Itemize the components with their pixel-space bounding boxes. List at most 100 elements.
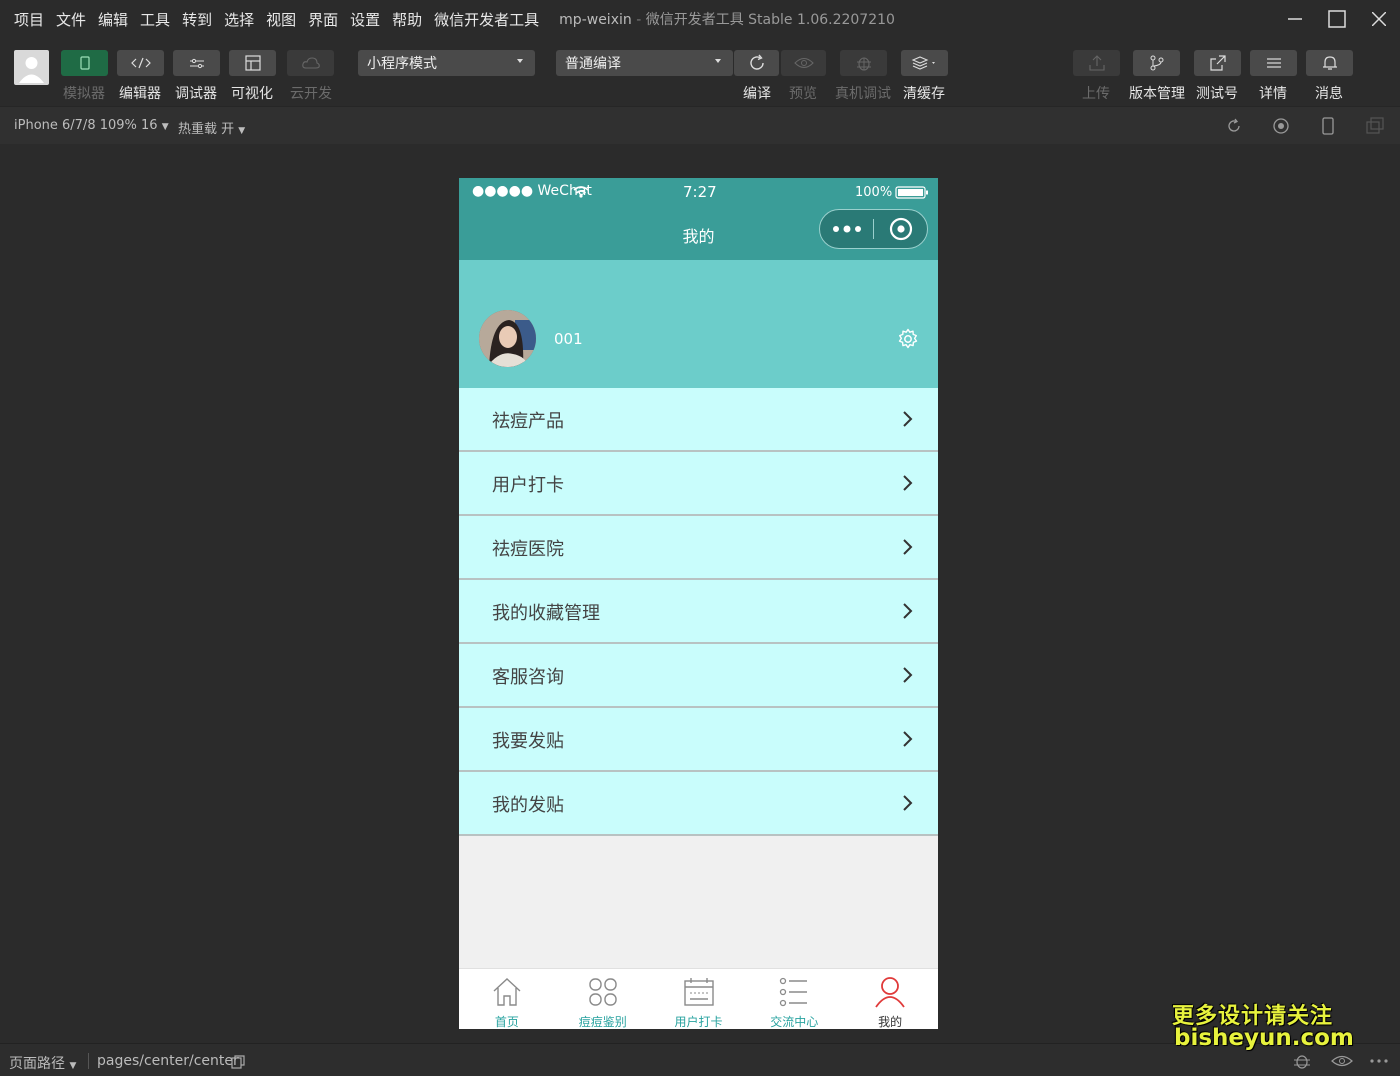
mode-select[interactable]: 小程序模式 <box>358 50 535 76</box>
capsule-menu <box>819 209 928 249</box>
chevron-right-icon <box>903 411 913 427</box>
simulator-toggle[interactable] <box>61 50 108 76</box>
tab-user-checkin[interactable]: 用户打卡 <box>651 969 747 1029</box>
user-avatar-button[interactable] <box>14 50 49 85</box>
visual-toggle[interactable] <box>229 50 276 76</box>
menu-item-user-checkin[interactable]: 用户打卡 <box>459 452 938 516</box>
upload-icon <box>1088 55 1105 71</box>
simulator-bar: iPhone 6/7/8 109% 16 ▼ 热重载 开 ▼ <box>0 106 1400 144</box>
chevron-right-icon <box>903 731 913 747</box>
menu-project[interactable]: 项目 <box>14 9 44 30</box>
messages-label: 消息 <box>1315 86 1343 102</box>
messages-button[interactable] <box>1306 50 1353 76</box>
menu-item-customer-service[interactable]: 客服咨询 <box>459 644 938 708</box>
menu-item-my-posts[interactable]: 我的发贴 <box>459 772 938 836</box>
tab-acne-identify[interactable]: 痘痘鉴别 <box>555 969 651 1029</box>
bug-icon[interactable] <box>1292 1052 1312 1070</box>
phone-tab-bar: 首页 痘痘鉴别 用户打卡 交流中心 我的 <box>459 968 938 1029</box>
battery-percent: 100% <box>855 185 893 200</box>
menu-wechat-devtools[interactable]: 微信开发者工具 <box>434 9 539 30</box>
eye-icon[interactable] <box>1331 1055 1353 1067</box>
rotate-icon[interactable] <box>1225 117 1243 135</box>
phone-simulator: ●●●●● WeChat 7:27 100% 我的 001 祛痘产品 用户打卡 … <box>459 178 938 1029</box>
menu-item-my-favorites[interactable]: 我的收藏管理 <box>459 580 938 644</box>
more-icon[interactable] <box>1369 1058 1389 1064</box>
device-select[interactable]: iPhone 6/7/8 109% 16 ▼ <box>14 118 169 133</box>
page-path-label: 页面路径 <box>9 1056 65 1072</box>
chevron-down-icon: ▼ <box>238 126 246 136</box>
menu-interface[interactable]: 界面 <box>308 9 338 30</box>
menu-bar: 项目 文件 编辑 工具 转到 选择 视图 界面 设置 帮助 微信开发者工具 mp… <box>0 0 1400 38</box>
menu-settings[interactable]: 设置 <box>350 9 380 30</box>
tab-label: 我的 <box>878 1015 903 1029</box>
gear-icon[interactable] <box>897 328 919 350</box>
app-version: 微信开发者工具 Stable 1.06.2207210 <box>645 12 895 28</box>
close-button[interactable] <box>1358 0 1400 38</box>
menu-edit[interactable]: 编辑 <box>98 9 128 30</box>
wifi-icon <box>573 186 589 198</box>
version-mgmt-button[interactable] <box>1133 50 1180 76</box>
menu-item-acne-hospitals[interactable]: 祛痘医院 <box>459 516 938 580</box>
debugger-label: 调试器 <box>175 86 217 102</box>
remote-debug-label: 真机调试 <box>835 86 891 102</box>
device-select-value: iPhone 6/7/8 109% 16 <box>14 118 158 133</box>
tab-community[interactable]: 交流中心 <box>746 969 842 1029</box>
simulator-label: 模拟器 <box>63 86 105 102</box>
editor-toggle[interactable] <box>117 50 164 76</box>
bell-icon <box>1322 56 1337 70</box>
remote-debug-button[interactable] <box>840 50 887 76</box>
test-account-label: 测试号 <box>1196 86 1238 102</box>
menu-item-acne-products[interactable]: 祛痘产品 <box>459 388 938 452</box>
more-button[interactable] <box>820 210 873 248</box>
cloud-toggle[interactable] <box>287 50 334 76</box>
clear-cache-button[interactable] <box>901 50 948 76</box>
title-separator: - <box>636 12 642 28</box>
details-button[interactable] <box>1250 50 1297 76</box>
detach-icon[interactable] <box>1366 117 1384 135</box>
menu-item-new-post[interactable]: 我要发贴 <box>459 708 938 772</box>
upload-button[interactable] <box>1073 50 1120 76</box>
menu-view[interactable]: 视图 <box>266 9 296 30</box>
target-icon <box>889 217 912 241</box>
maximize-button[interactable] <box>1316 0 1358 38</box>
compile-select-value: 普通编译 <box>565 56 621 72</box>
project-name: mp-weixin <box>559 12 632 28</box>
profile-header: 001 <box>459 260 938 388</box>
more-icon <box>832 225 861 233</box>
menu-goto[interactable]: 转到 <box>182 9 212 30</box>
user-icon <box>875 977 905 1008</box>
menu-file[interactable]: 文件 <box>56 9 86 30</box>
profile-menu-list: 祛痘产品 用户打卡 祛痘医院 我的收藏管理 客服咨询 我要发贴 我的发贴 <box>459 388 938 836</box>
menu-help[interactable]: 帮助 <box>392 9 422 30</box>
tab-home[interactable]: 首页 <box>459 969 555 1029</box>
watermark: 更多设计请关注 bisheyun.com <box>1172 998 1354 1051</box>
hot-reload-select[interactable]: 热重载 开 ▼ <box>178 118 245 137</box>
compile-button[interactable] <box>734 50 779 76</box>
chevron-right-icon <box>903 603 913 619</box>
chevron-down-icon <box>517 59 523 63</box>
avatar-photo-icon <box>479 310 536 367</box>
clear-cache-label: 清缓存 <box>903 86 945 102</box>
menu-select[interactable]: 选择 <box>224 9 254 30</box>
copy-icon[interactable] <box>231 1055 245 1069</box>
page-path: pages/center/center <box>97 1053 239 1069</box>
chevron-right-icon <box>903 667 913 683</box>
list-item-label: 我的发贴 <box>492 795 564 816</box>
page-path-select[interactable]: 页面路径 ▼ <box>9 1053 76 1073</box>
record-icon[interactable] <box>1272 117 1290 135</box>
exit-button[interactable] <box>874 210 927 248</box>
minimize-button[interactable] <box>1274 0 1316 38</box>
tab-my[interactable]: 我的 <box>842 969 938 1029</box>
window-controls <box>1274 0 1400 38</box>
device-icon[interactable] <box>1319 117 1337 135</box>
code-icon <box>130 57 151 69</box>
debugger-toggle[interactable] <box>173 50 220 76</box>
home-icon <box>493 978 521 1006</box>
menu-tools[interactable]: 工具 <box>140 9 170 30</box>
test-account-button[interactable] <box>1194 50 1241 76</box>
preview-button[interactable] <box>781 50 826 76</box>
layers-icon <box>911 56 935 70</box>
avatar[interactable] <box>479 310 536 367</box>
external-link-icon <box>1209 55 1226 71</box>
compile-select[interactable]: 普通编译 <box>556 50 733 76</box>
